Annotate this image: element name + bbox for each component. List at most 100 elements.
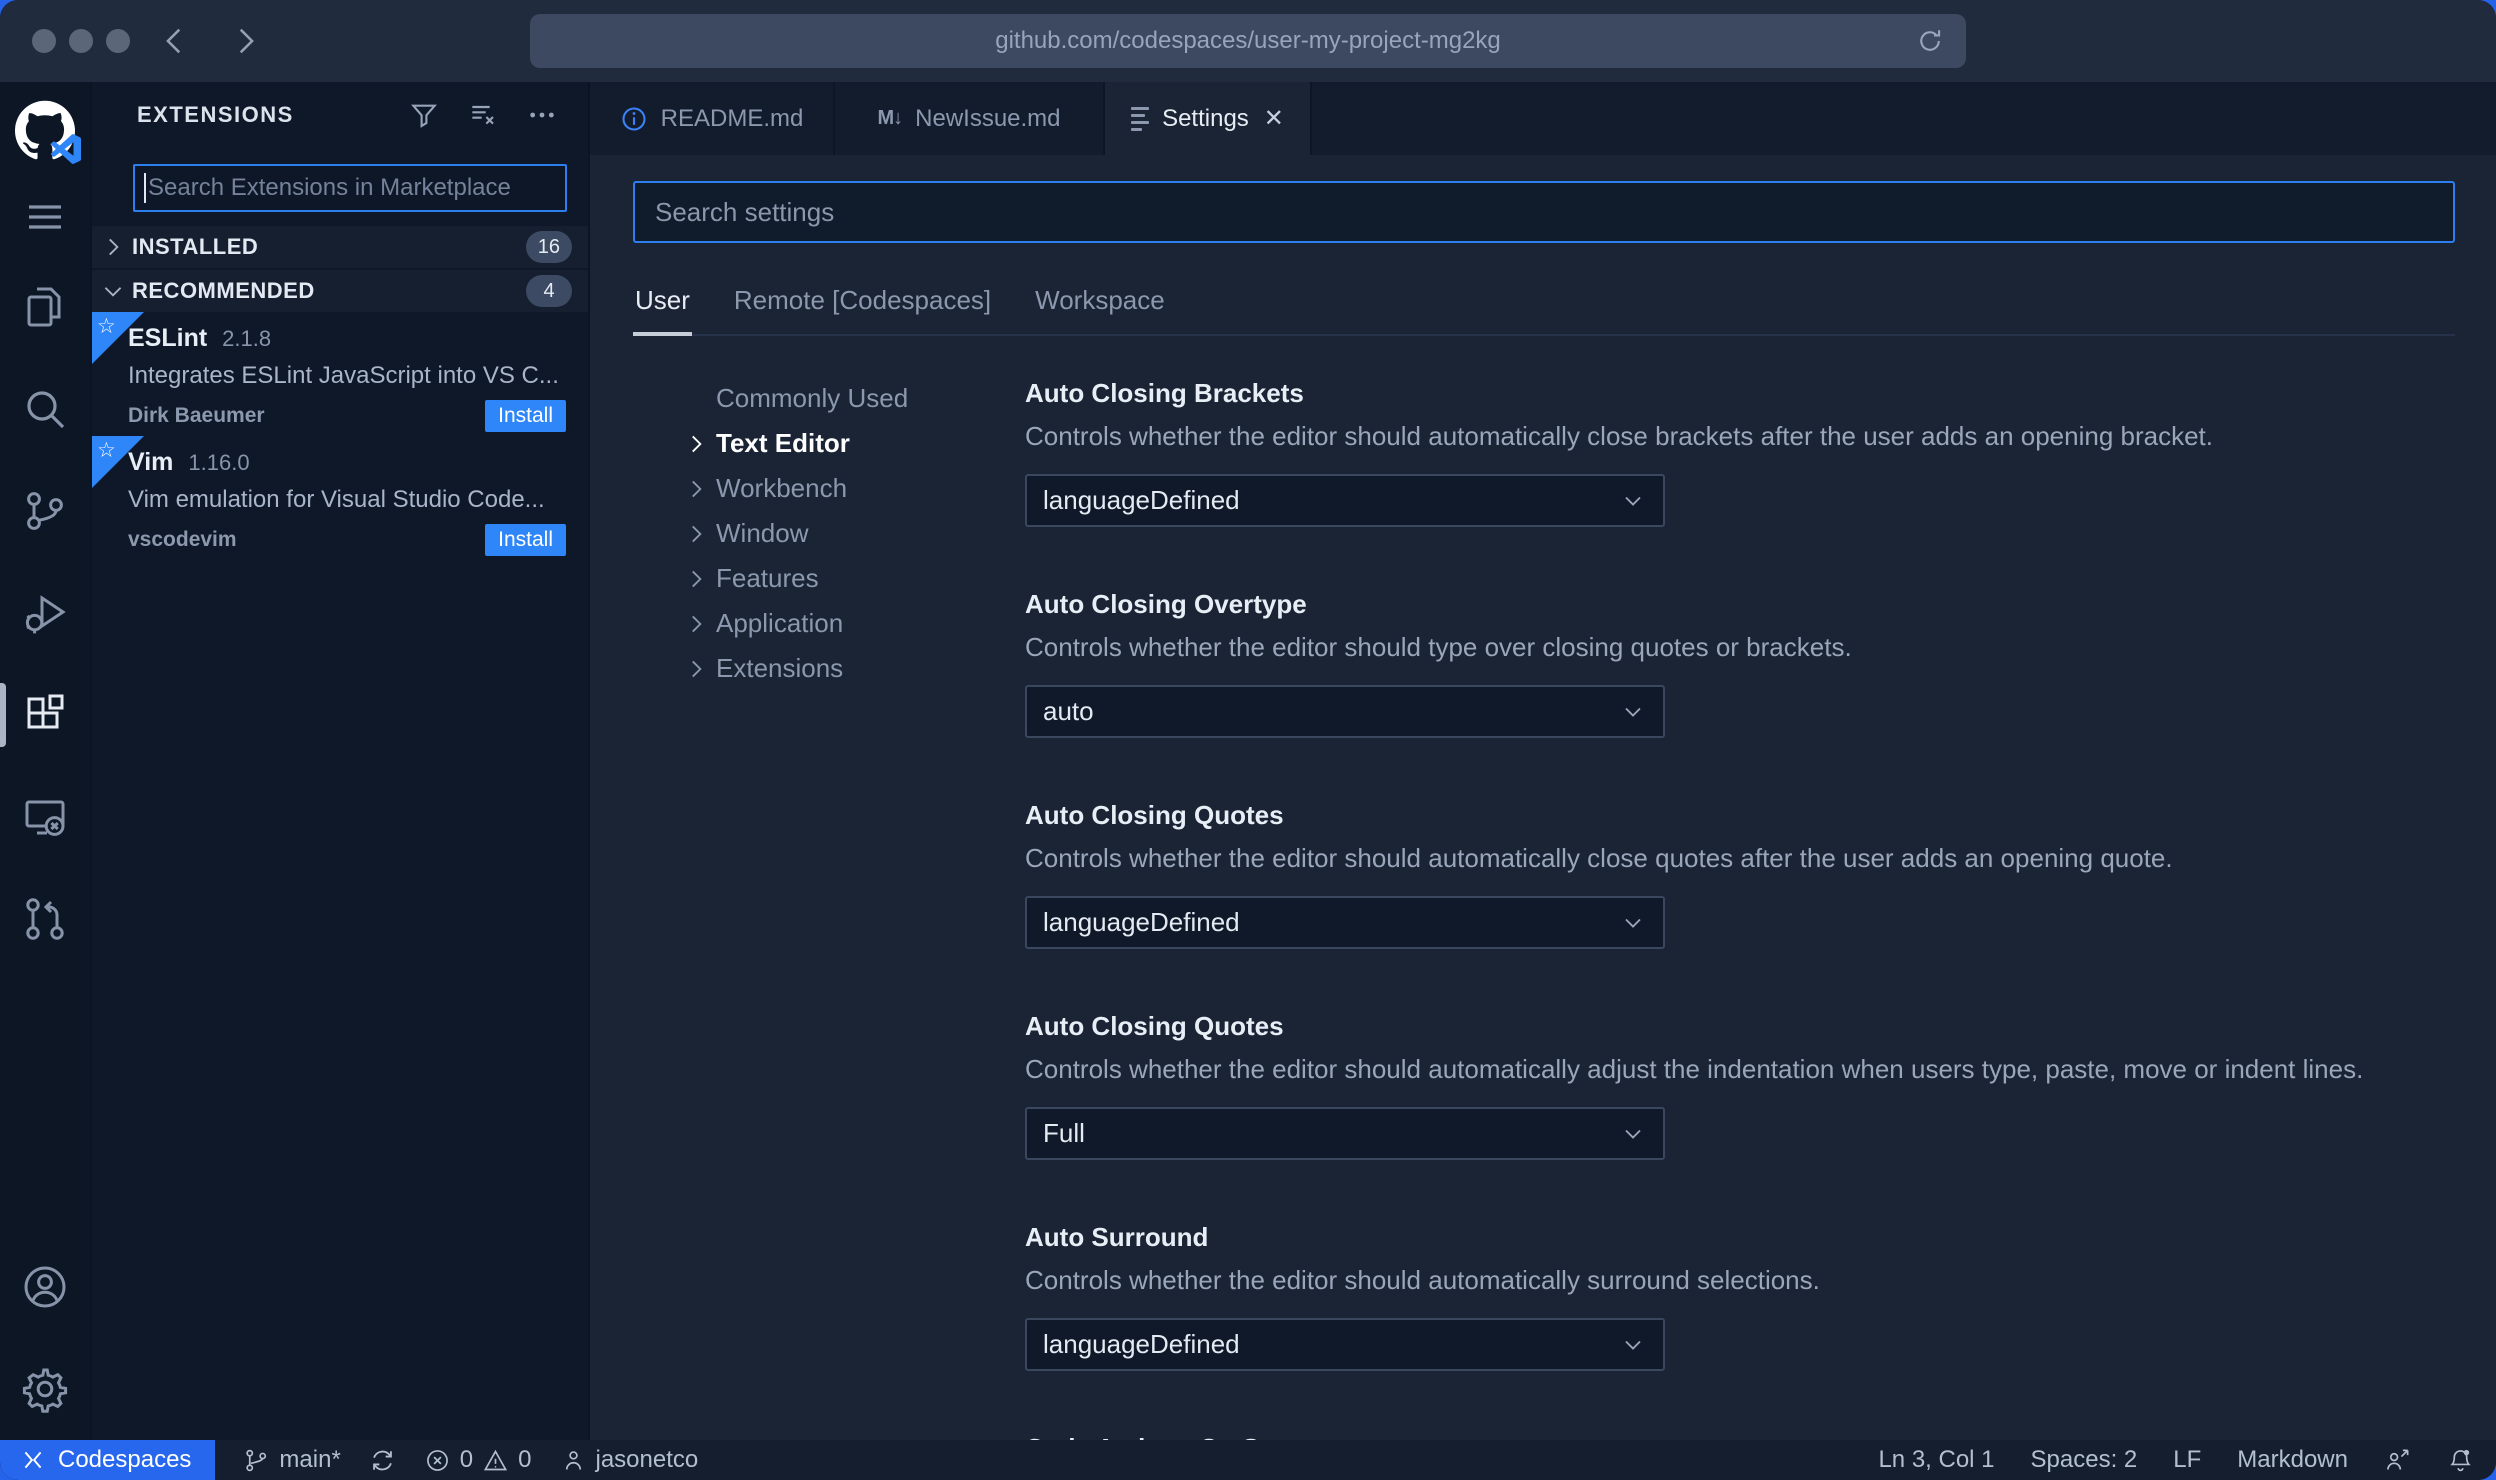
address-bar[interactable]: github.com/codespaces/user-my-project-mg… <box>530 14 1966 68</box>
clear-extensions-icon[interactable] <box>467 99 499 131</box>
extensions-icon[interactable] <box>0 664 91 766</box>
problems-status[interactable]: 0 0 <box>424 1446 532 1474</box>
setting-description: Controls whether the editor should autom… <box>1025 421 2214 451</box>
toc-extensions[interactable]: Extensions <box>633 646 1025 691</box>
scope-tab-user[interactable]: User <box>633 279 692 336</box>
toc-workbench[interactable]: Workbench <box>633 466 1025 511</box>
tab-readme[interactable]: README.md <box>590 82 835 155</box>
toc-text-editor[interactable]: Text Editor <box>633 421 1025 466</box>
toc-application[interactable]: Application <box>633 601 1025 646</box>
explorer-icon[interactable] <box>0 256 91 358</box>
pull-requests-icon[interactable] <box>0 868 91 970</box>
extensions-search-box <box>133 164 567 212</box>
close-tab-icon[interactable]: ✕ <box>1264 104 1284 133</box>
setting-auto-surround: Auto Surround Controls whether the edito… <box>1025 1220 2455 1371</box>
chevron-right-icon <box>692 435 702 452</box>
browser-back-icon[interactable] <box>158 24 192 58</box>
tab-settings[interactable]: Settings ✕ <box>1105 82 1312 155</box>
setting-title: Code Actions On Save <box>1025 1431 2455 1440</box>
feedback-button[interactable] <box>2384 1447 2411 1474</box>
toc-features[interactable]: Features <box>633 556 1025 601</box>
codespaces-status-button[interactable]: Codespaces <box>0 1440 216 1480</box>
activity-bar <box>0 82 92 1440</box>
settings-toc: Commonly Used Text Editor Workbench Wind… <box>633 336 1025 1440</box>
toc-commonly-used[interactable]: Commonly Used <box>633 376 1025 421</box>
vscode-logo-icon <box>51 134 81 164</box>
setting-description: Controls whether the editor should autom… <box>1025 1265 1820 1295</box>
maximize-window-button[interactable] <box>106 29 130 53</box>
star-icon: ☆ <box>97 439 116 462</box>
warnings-icon <box>484 1449 508 1470</box>
setting-auto-closing-quotes-2: Auto Closing Quotes Controls whether the… <box>1025 1009 2455 1160</box>
markdown-icon: M↓ <box>877 107 903 129</box>
settings-page: User Remote [Codespaces] Workspace Commo… <box>590 155 2496 1440</box>
scope-tab-remote[interactable]: Remote [Codespaces] <box>732 279 993 334</box>
extension-card-eslint[interactable]: ☆ ESLint 2.1.8 Integrates ESLint JavaScr… <box>92 312 588 436</box>
run-debug-icon[interactable] <box>0 562 91 664</box>
dropdown-value: languageDefined <box>1043 907 1240 937</box>
setting-dropdown[interactable]: languageDefined <box>1025 474 1665 527</box>
indentation-status[interactable]: Spaces: 2 <box>2031 1446 2138 1474</box>
user-status[interactable]: jasonetco <box>560 1446 698 1474</box>
tab-newissue[interactable]: M↓ NewIssue.md <box>835 82 1105 155</box>
language-mode-status[interactable]: Markdown <box>2237 1446 2348 1474</box>
person-icon <box>565 1450 581 1470</box>
scope-tab-workspace[interactable]: Workspace <box>1033 279 1167 334</box>
remote-explorer-icon[interactable] <box>0 766 91 868</box>
tab-bar: README.md M↓ NewIssue.md Settings ✕ <box>590 82 2496 155</box>
recommended-count-badge: 4 <box>526 275 572 307</box>
setting-dropdown[interactable]: languageDefined <box>1025 1318 1665 1371</box>
setting-dropdown[interactable]: languageDefined <box>1025 896 1665 949</box>
search-icon[interactable] <box>0 358 91 460</box>
notifications-button[interactable] <box>2447 1447 2474 1474</box>
menu-icon[interactable] <box>0 178 91 256</box>
setting-auto-closing-brackets: Auto Closing Brackets Controls whether t… <box>1025 376 2455 527</box>
sync-button[interactable] <box>369 1447 396 1474</box>
install-button[interactable]: Install <box>485 524 566 556</box>
filter-icon[interactable] <box>408 99 440 131</box>
minimize-window-button[interactable] <box>69 29 93 53</box>
setting-title: Auto Closing Brackets <box>1025 378 1304 408</box>
setting-description: Controls whether the editor should autom… <box>1025 843 2173 873</box>
settings-search-input[interactable] <box>633 181 2455 243</box>
setting-dropdown[interactable]: Full <box>1025 1107 1665 1160</box>
installed-section-header[interactable]: INSTALLED 16 <box>92 226 588 268</box>
github-codespaces-logo <box>0 82 91 178</box>
dropdown-value: auto <box>1043 696 1094 726</box>
more-actions-icon[interactable] <box>526 99 558 131</box>
line-col-status[interactable]: Ln 3, Col 1 <box>1878 1446 1994 1474</box>
refresh-icon[interactable] <box>1916 27 1944 55</box>
sync-icon <box>372 1450 392 1470</box>
extension-description: Vim emulation for Visual Studio Code... <box>128 486 545 513</box>
account-icon[interactable] <box>0 1236 91 1338</box>
extension-card-vim[interactable]: ☆ Vim 1.16.0 Vim emulation for Visual St… <box>92 436 588 560</box>
window-controls <box>32 29 130 53</box>
toc-window[interactable]: Window <box>633 511 1025 556</box>
settings-gear-icon[interactable] <box>0 1338 91 1440</box>
setting-description: Controls whether the editor should type … <box>1025 632 1852 662</box>
browser-chrome: github.com/codespaces/user-my-project-mg… <box>0 0 2496 82</box>
extension-version: 2.1.8 <box>222 326 272 351</box>
recommended-section-header[interactable]: RECOMMENDED 4 <box>92 270 588 312</box>
browser-forward-icon[interactable] <box>228 24 262 58</box>
installed-count-badge: 16 <box>525 231 572 263</box>
section-label: INSTALLED <box>132 234 259 259</box>
source-control-icon[interactable] <box>0 460 91 562</box>
setting-dropdown[interactable]: auto <box>1025 685 1665 738</box>
extension-version: 1.16.0 <box>188 450 250 475</box>
remote-indicator-icon <box>24 1451 42 1469</box>
url-text: github.com/codespaces/user-my-project-mg… <box>995 27 1501 54</box>
install-button[interactable]: Install <box>485 400 566 432</box>
errors-icon <box>426 1449 448 1471</box>
chevron-right-icon <box>109 238 119 256</box>
extensions-search-input[interactable] <box>146 174 565 202</box>
branch-status[interactable]: main* <box>243 1446 341 1474</box>
eol-status[interactable]: LF <box>2173 1446 2201 1474</box>
settings-entries: Auto Closing Brackets Controls whether t… <box>1025 336 2455 1440</box>
chevron-right-icon <box>692 570 702 587</box>
tab-label: README.md <box>660 104 804 132</box>
feedback-icon <box>2387 1449 2409 1470</box>
chevron-down-icon <box>1625 707 1641 717</box>
extension-description: Integrates ESLint JavaScript into VS C..… <box>128 362 558 389</box>
close-window-button[interactable] <box>32 29 56 53</box>
